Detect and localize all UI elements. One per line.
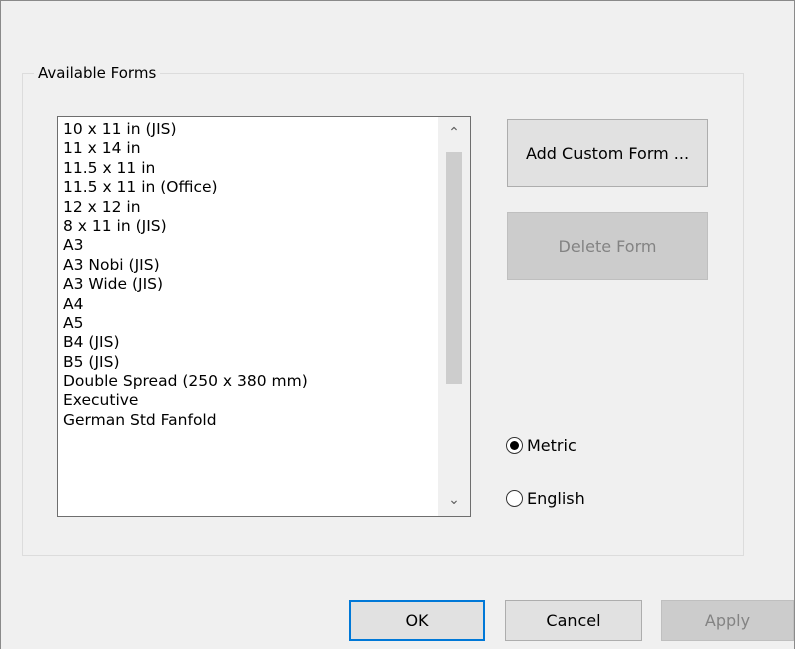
english-radio-circle[interactable] <box>506 490 523 507</box>
group-title: Available Forms <box>34 63 161 83</box>
list-item[interactable]: A4 <box>63 295 443 314</box>
list-item[interactable]: B4 (JIS) <box>63 333 443 352</box>
list-item[interactable]: 10 x 11 in (JIS) <box>63 120 443 139</box>
metric-radio-dot <box>510 441 519 450</box>
list-item[interactable]: 11.5 x 11 in <box>63 159 443 178</box>
list-item[interactable]: 11 x 14 in <box>63 139 443 158</box>
list-item[interactable]: 12 x 12 in <box>63 198 443 217</box>
apply-button[interactable]: Apply <box>661 600 794 641</box>
list-item[interactable]: 11.5 x 11 in (Office) <box>63 178 443 197</box>
list-item[interactable]: A3 Wide (JIS) <box>63 275 443 294</box>
list-item[interactable]: Double Spread (250 x 380 mm) <box>63 372 443 391</box>
scroll-thumb[interactable] <box>446 152 462 384</box>
forms-listbox[interactable]: 10 x 11 in (JIS) 11 x 14 in 11.5 x 11 in 11… <box>57 116 471 517</box>
metric-radio-label: Metric <box>527 436 577 455</box>
english-radio[interactable]: English <box>506 489 585 508</box>
forms-list: 10 x 11 in (JIS) 11 x 14 in 11.5 x 11 in 11… <box>63 120 443 430</box>
forms-dialog: Available Forms 10 x 11 in (JIS) 11 x 14 … <box>0 0 795 649</box>
list-item[interactable]: A3 Nobi (JIS) <box>63 256 443 275</box>
list-item[interactable]: A5 <box>63 314 443 333</box>
list-item[interactable]: Executive <box>63 391 443 410</box>
ok-button[interactable]: OK <box>349 600 485 641</box>
list-scrollbar[interactable]: ⌃ ⌄ <box>438 117 470 516</box>
delete-form-button[interactable]: Delete Form <box>507 212 708 280</box>
metric-radio[interactable]: Metric <box>506 436 577 455</box>
metric-radio-circle[interactable] <box>506 437 523 454</box>
cancel-button[interactable]: Cancel <box>505 600 642 641</box>
list-item[interactable]: German Std Fanfold <box>63 411 443 430</box>
add-custom-form-button[interactable]: Add Custom Form ... <box>507 119 708 187</box>
english-radio-label: English <box>527 489 585 508</box>
scroll-down-icon[interactable]: ⌄ <box>438 484 470 516</box>
list-item[interactable]: 8 x 11 in (JIS) <box>63 217 443 236</box>
list-item[interactable]: A3 <box>63 236 443 255</box>
list-item[interactable]: B5 (JIS) <box>63 353 443 372</box>
scroll-up-icon[interactable]: ⌃ <box>438 117 470 149</box>
